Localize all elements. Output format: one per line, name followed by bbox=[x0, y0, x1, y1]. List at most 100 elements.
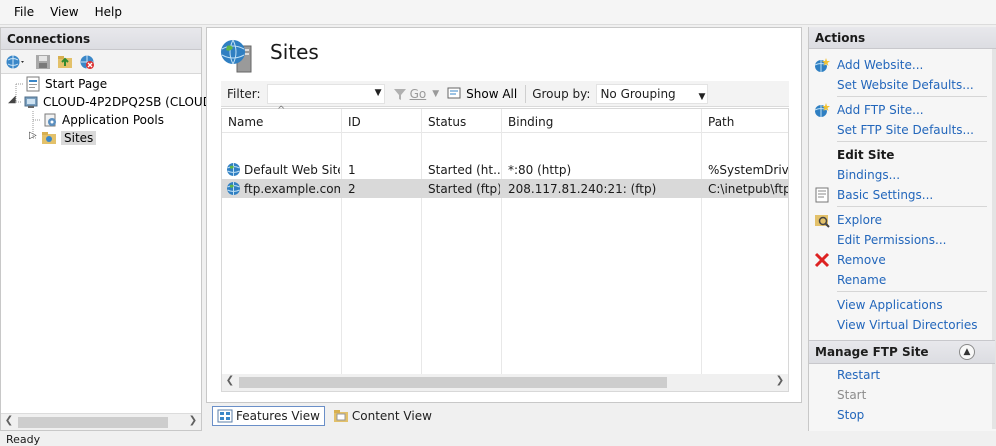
tree-collapse-toggle[interactable]: ◢ bbox=[8, 94, 18, 108]
cell-binding: *:80 (http) bbox=[508, 163, 572, 177]
tab-content-view[interactable]: Content View bbox=[329, 406, 436, 426]
disconnect-icon[interactable] bbox=[79, 54, 95, 70]
rename-link[interactable]: Rename bbox=[837, 273, 886, 287]
remove-x-icon bbox=[814, 252, 830, 268]
show-all-label: Show All bbox=[466, 86, 518, 101]
table-hscrollbar[interactable]: ❮ ❯ bbox=[222, 374, 788, 391]
column-path[interactable]: Path bbox=[708, 115, 734, 129]
save-icon[interactable] bbox=[35, 54, 51, 70]
view-tabs: Features View Content View bbox=[212, 405, 436, 427]
filter-bar: Filter: ▼ Go ▼ Show All Group by: No Gro… bbox=[221, 81, 789, 107]
set-website-defaults-link[interactable]: Set Website Defaults... bbox=[837, 78, 974, 92]
restart-link[interactable]: Restart bbox=[837, 368, 880, 382]
edit-permissions-link[interactable]: Edit Permissions... bbox=[837, 233, 946, 247]
cell-path: %SystemDrive% bbox=[708, 163, 788, 177]
tab-features-view[interactable]: Features View bbox=[212, 406, 325, 426]
features-view-icon bbox=[217, 408, 233, 424]
connections-scroll-thumb[interactable] bbox=[18, 417, 168, 428]
connections-hscrollbar[interactable]: ❮ ❯ bbox=[1, 413, 201, 430]
server-label: CLOUD-4P2DPQ2SB (CLOUD- bbox=[43, 95, 217, 109]
tree-start-page[interactable]: Start Page bbox=[25, 75, 107, 93]
basic-settings-icon bbox=[814, 187, 830, 203]
content-view-label: Content View bbox=[351, 409, 432, 423]
column-divider bbox=[341, 109, 342, 375]
tree-server-node[interactable]: CLOUD-4P2DPQ2SB (CLOUD- bbox=[23, 93, 216, 111]
add-ftp-site-link[interactable]: Add FTP Site... bbox=[837, 103, 924, 117]
tree-app-pools[interactable]: Application Pools bbox=[42, 111, 164, 129]
column-binding[interactable]: Binding bbox=[508, 115, 553, 129]
actions-separator bbox=[837, 291, 987, 292]
filter-input[interactable]: ▼ bbox=[266, 83, 385, 104]
toolbar-separator bbox=[525, 84, 527, 103]
table-scroll-thumb[interactable] bbox=[239, 377, 667, 388]
actions-separator bbox=[837, 206, 987, 207]
show-all-icon bbox=[447, 87, 461, 98]
scroll-left-arrow[interactable]: ❮ bbox=[223, 375, 237, 386]
column-name[interactable]: Name bbox=[228, 115, 263, 129]
column-divider bbox=[501, 109, 502, 375]
go-button[interactable]: Go ▼ bbox=[393, 87, 440, 101]
group-by-label: Group by: bbox=[532, 86, 591, 101]
explore-link[interactable]: Explore bbox=[837, 213, 882, 227]
view-virtual-directories-link[interactable]: View Virtual Directories bbox=[837, 318, 978, 332]
basic-settings-link[interactable]: Basic Settings... bbox=[837, 188, 933, 202]
start-page-label: Start Page bbox=[45, 77, 108, 91]
connections-tree: Start Page ◢ CLOUD-4P2DPQ2SB (CLOUD- App… bbox=[1, 74, 216, 404]
table-row[interactable]: ftp.example.com 2 Started (ftp) 208.117.… bbox=[222, 179, 788, 198]
add-website-icon bbox=[814, 57, 830, 73]
column-divider bbox=[701, 109, 702, 375]
column-id[interactable]: ID bbox=[348, 115, 361, 129]
explore-icon bbox=[814, 212, 830, 228]
scroll-left-arrow[interactable]: ❮ bbox=[2, 415, 16, 426]
page-title: Sites bbox=[270, 40, 319, 64]
filter-dropdown-icon[interactable]: ▼ bbox=[375, 88, 382, 98]
edit-site-heading: Edit Site bbox=[837, 148, 895, 162]
group-by-value: No Grouping bbox=[600, 86, 676, 101]
scroll-right-arrow[interactable]: ❯ bbox=[186, 415, 200, 426]
start-link[interactable]: Start bbox=[837, 388, 866, 402]
remove-link[interactable]: Remove bbox=[837, 253, 886, 267]
set-ftp-defaults-link[interactable]: Set FTP Site Defaults... bbox=[837, 123, 974, 137]
connect-globe-icon[interactable] bbox=[5, 54, 24, 70]
actions-panel: Actions Add Website... Set Website Defau… bbox=[808, 27, 996, 431]
sites-folder-icon bbox=[41, 130, 57, 146]
funnel-icon bbox=[393, 88, 406, 100]
column-status[interactable]: Status bbox=[428, 115, 466, 129]
menu-help[interactable]: Help bbox=[87, 5, 130, 19]
menu-bar: File View Help bbox=[0, 0, 996, 25]
tree-expand-toggle[interactable]: ▷ bbox=[29, 130, 39, 144]
site-globe-icon bbox=[226, 181, 241, 199]
up-folder-icon[interactable] bbox=[57, 54, 73, 70]
sites-label: Sites bbox=[61, 131, 97, 145]
cell-name: Default Web Site bbox=[244, 163, 340, 177]
actions-separator bbox=[837, 96, 987, 97]
status-bar: Ready bbox=[0, 433, 996, 446]
cell-status: Started (ht... bbox=[428, 163, 500, 177]
stop-link[interactable]: Stop bbox=[837, 408, 864, 422]
show-all-button[interactable]: Show All bbox=[447, 87, 517, 101]
menu-file-label: File bbox=[14, 5, 35, 19]
sort-caret-icon: ^ bbox=[277, 105, 286, 116]
menu-file[interactable]: File bbox=[6, 5, 42, 19]
group-by-select[interactable]: No Grouping ▼ bbox=[596, 83, 709, 106]
app-pools-icon bbox=[42, 112, 58, 128]
tree-sites[interactable]: Sites bbox=[41, 129, 97, 147]
actions-header: Actions bbox=[809, 27, 996, 49]
go-dropdown-icon: ▼ bbox=[432, 88, 440, 99]
scroll-right-arrow[interactable]: ❯ bbox=[773, 375, 787, 386]
connections-header: Connections bbox=[1, 28, 201, 50]
filter-label: Filter: bbox=[227, 86, 261, 101]
table-row[interactable]: Default Web Site 1 Started (ht... *:80 (… bbox=[222, 160, 788, 179]
cell-status: Started (ftp) bbox=[428, 182, 500, 196]
sites-table: ^ Name ID Status Binding Path Default We… bbox=[221, 105, 789, 392]
manage-ftp-section-header: Manage FTP Site ▲ bbox=[809, 340, 995, 364]
add-ftp-site-icon bbox=[814, 102, 830, 118]
cell-id: 2 bbox=[348, 182, 356, 196]
view-applications-link[interactable]: View Applications bbox=[837, 298, 943, 312]
collapse-chevron-up-icon[interactable]: ▲ bbox=[959, 344, 975, 360]
group-by-dropdown-icon[interactable]: ▼ bbox=[699, 88, 706, 106]
add-website-link[interactable]: Add Website... bbox=[837, 58, 923, 72]
actions-scrollbar[interactable] bbox=[992, 49, 996, 429]
menu-view[interactable]: View bbox=[42, 5, 86, 19]
bindings-link[interactable]: Bindings... bbox=[837, 168, 900, 182]
